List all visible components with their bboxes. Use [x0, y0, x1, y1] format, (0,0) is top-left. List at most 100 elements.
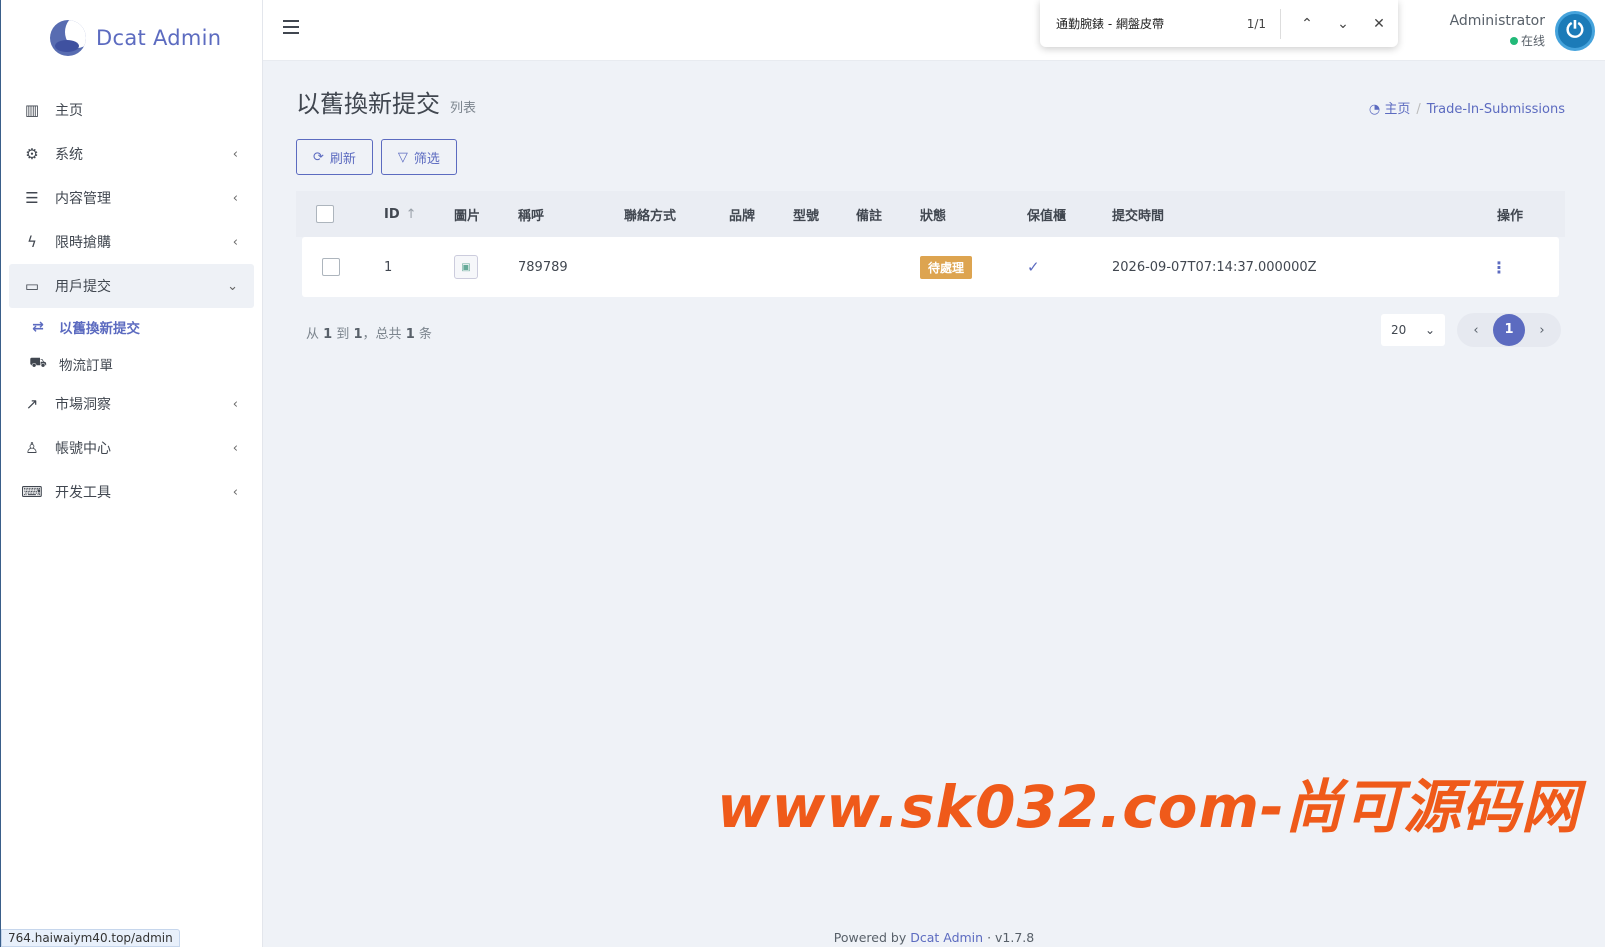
more-actions-icon[interactable]: ⋮: [1491, 258, 1507, 277]
breadcrumb: ◔ 主页 / Trade-In-Submissions: [1368, 102, 1565, 117]
cell-time: 2026-09-07T07:14:37.000000Z: [1112, 259, 1317, 275]
page-subtitle: 列表: [450, 101, 477, 116]
table-row: 1 ▣ 789789 待處理 ✓ 2026-09-07T07:14:37.000…: [302, 237, 1559, 297]
page-button[interactable]: 1: [1493, 314, 1525, 346]
filter-button[interactable]: ▽ 筛选: [380, 139, 457, 175]
browser-status-url: 764.haiwaiym40.top/admin: [1, 929, 180, 947]
sidebar-item-label: 市場洞察: [55, 397, 111, 413]
sidebar-item-accounts[interactable]: ♙ 帳號中心 ‹: [1, 426, 262, 470]
chevron-down-icon: ⌄: [1424, 323, 1435, 337]
menu-toggle-icon[interactable]: [283, 20, 299, 34]
column-brand: 品牌: [729, 208, 756, 224]
footer-link[interactable]: Dcat Admin: [910, 930, 983, 945]
column-warranty: 保值櫃: [1027, 208, 1067, 224]
refresh-button[interactable]: ⟳ 刷新: [296, 139, 373, 175]
column-status: 狀態: [920, 208, 947, 224]
find-bar: 通勤腕錶 - 網盤皮帶 1/1 ⌃ ⌄ ✕: [1040, 0, 1398, 47]
sidebar-item-label: 系统: [55, 147, 83, 163]
chevron-down-icon[interactable]: ⌄: [1325, 16, 1361, 32]
sidebar-item-content[interactable]: ☰ 内容管理 ‹: [1, 176, 262, 220]
sidebar-item-dev-tools[interactable]: ⌨ 开发工具 ‹: [1, 470, 262, 514]
footer: Powered by Dcat Admin · v1.7.8: [833, 930, 1035, 945]
column-image: 圖片: [454, 208, 481, 224]
next-page-icon[interactable]: ›: [1527, 323, 1557, 338]
user-status: 在线: [1450, 32, 1545, 49]
sidebar-item-label: 帳號中心: [55, 441, 111, 457]
sidebar-item-label: 物流訂單: [59, 357, 113, 374]
keyboard-icon: ⌨: [21, 483, 43, 501]
chevron-left-icon: ‹: [232, 440, 238, 456]
find-input[interactable]: 通勤腕錶 - 網盤皮帶: [1056, 15, 1226, 32]
image-thumbnail-icon[interactable]: ▣: [454, 255, 478, 279]
pagination: 20 ⌄ ‹ 1 ›: [1381, 313, 1561, 347]
check-icon: ✓: [1027, 258, 1040, 276]
avatar[interactable]: ⏻: [1555, 10, 1595, 51]
database-icon: ☰: [25, 189, 39, 207]
column-id[interactable]: ID ↑: [384, 207, 454, 222]
filter-icon: ▽: [397, 149, 408, 165]
chevron-down-icon: ⌄: [227, 278, 238, 294]
dashboard-icon: ◔: [1368, 102, 1381, 117]
row-checkbox[interactable]: [322, 258, 340, 276]
data-table: ID ↑ 圖片 稱呼 聯絡方式 品牌 型號 備註 狀態 保值櫃 提交時間 操作 1…: [296, 191, 1565, 297]
sidebar-item-trade-in[interactable]: ⇄ 以舊換新提交: [1, 308, 262, 345]
gear-icon: ⚙: [25, 145, 39, 163]
breadcrumb-current[interactable]: Trade-In-Submissions: [1427, 102, 1565, 117]
sidebar-item-label: 用戶提交: [55, 279, 111, 295]
cell-name: 789789: [518, 259, 568, 275]
sidebar-item-home[interactable]: ▥ 主页: [1, 88, 262, 132]
brand[interactable]: Dcat Admin: [1, 0, 262, 76]
cell-id: 1: [384, 259, 393, 275]
user-menu[interactable]: Administrator 在线 ⏻: [1450, 0, 1605, 61]
sidebar-item-user-submissions[interactable]: ▭ 用戶提交 ⌄: [9, 264, 254, 308]
logo-icon: [50, 20, 86, 56]
chevron-left-icon: ‹: [232, 146, 238, 162]
sidebar-item-label: 限時搶購: [55, 235, 111, 251]
chevron-left-icon: ‹: [232, 484, 238, 500]
watermark: www.sk032.com-尚可源码网: [717, 773, 1581, 841]
sort-icon: ↑: [405, 206, 417, 222]
status-badge: 待處理: [920, 255, 973, 279]
sidebar-item-logistics[interactable]: ⛟ 物流訂單: [1, 345, 262, 382]
exchange-icon: ⇄: [32, 318, 44, 335]
column-contact: 聯絡方式: [624, 208, 677, 224]
inbox-icon: ▭: [24, 277, 40, 295]
sidebar-item-market[interactable]: ↗ 市場洞察 ‹: [1, 382, 262, 426]
online-dot-icon: [1509, 36, 1518, 45]
per-page-select[interactable]: 20 ⌄: [1381, 314, 1445, 346]
select-all-checkbox[interactable]: [316, 205, 334, 223]
close-icon[interactable]: ✕: [1361, 16, 1397, 32]
bar-chart-icon: ▥: [24, 101, 40, 119]
sidebar-item-flash-sale[interactable]: ϟ 限時搶購 ‹: [1, 220, 262, 264]
chevron-left-icon: ‹: [232, 234, 238, 250]
column-time: 提交時間: [1112, 208, 1165, 224]
chevron-up-icon[interactable]: ⌃: [1289, 16, 1325, 32]
sidebar-item-system[interactable]: ⚙ 系统 ‹: [1, 132, 262, 176]
chevron-left-icon: ‹: [232, 190, 238, 206]
table-footer: 从 1 到 1，总共 1 条 20 ⌄ ‹ 1 ›: [296, 313, 1565, 361]
refresh-icon: ⟳: [313, 149, 324, 165]
sidebar-item-label: 内容管理: [55, 191, 111, 207]
column-action: 操作: [1497, 208, 1524, 224]
find-count: 1/1: [1246, 16, 1266, 31]
sidebar: Dcat Admin ▥ 主页 ⚙ 系统 ‹ ☰ 内容管理 ‹ ϟ 限時搶購 ‹…: [0, 0, 263, 947]
column-note: 備註: [856, 208, 883, 224]
prev-page-icon[interactable]: ‹: [1461, 323, 1491, 338]
sidebar-item-label: 以舊換新提交: [59, 320, 140, 337]
sidebar-nav: ▥ 主页 ⚙ 系统 ‹ ☰ 内容管理 ‹ ϟ 限時搶購 ‹ ▭ 用戶提交 ⌄ ⇄…: [1, 88, 262, 514]
sidebar-item-label: 主页: [55, 103, 83, 119]
divider: [1280, 8, 1281, 39]
breadcrumb-home[interactable]: 主页: [1384, 102, 1410, 117]
column-model: 型號: [793, 208, 820, 224]
chevron-left-icon: ‹: [232, 396, 238, 412]
trending-up-icon: ↗: [25, 395, 39, 413]
truck-icon: ⛟: [29, 354, 47, 371]
user-name: Administrator: [1449, 12, 1545, 29]
topbar: Administrator 在线 ⏻: [263, 0, 1605, 61]
pagination-summary: 从 1 到 1，总共 1 条: [306, 327, 432, 342]
user-icon: ♙: [25, 439, 39, 457]
brand-name: Dcat Admin: [96, 26, 222, 50]
column-name: 稱呼: [518, 208, 545, 224]
sidebar-item-label: 开发工具: [55, 485, 111, 501]
lightning-icon: ϟ: [27, 233, 37, 251]
